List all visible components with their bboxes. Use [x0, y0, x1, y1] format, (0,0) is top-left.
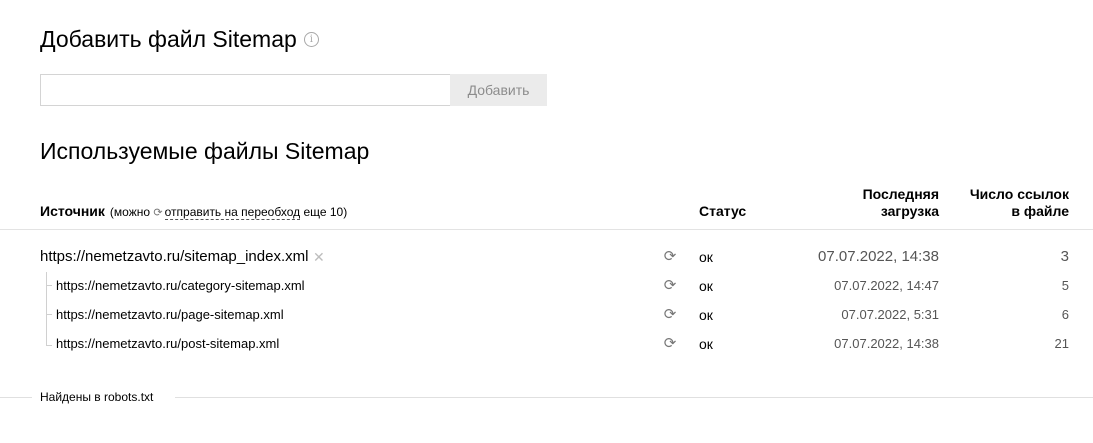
- recrawl-note: (можно ⟳ отправить на переобход еще 10): [110, 204, 347, 222]
- last-load-date: 07.07.2022, 14:38: [834, 336, 939, 351]
- status-text: ок: [699, 249, 713, 265]
- refresh-icon[interactable]: ⟳: [662, 307, 678, 323]
- last-load-date: 07.07.2022, 14:47: [834, 278, 939, 293]
- sitemap-url-input[interactable]: [40, 74, 451, 106]
- robots-section-label: Найдены в robots.txt: [40, 390, 154, 404]
- sitemap-url[interactable]: https://nemetzavto.ru/category-sitemap.x…: [56, 278, 305, 293]
- refresh-icon[interactable]: ⟳: [662, 249, 678, 265]
- header-divider: [0, 229, 1093, 230]
- close-icon[interactable]: ✕: [313, 249, 325, 266]
- link-count: 5: [1061, 278, 1069, 293]
- last-load-date: 07.07.2022, 14:38: [818, 248, 939, 265]
- tree-branch: [46, 314, 52, 315]
- info-icon[interactable]: i: [303, 32, 319, 47]
- recrawl-note-suffix: еще 10): [303, 205, 348, 219]
- recrawl-link[interactable]: отправить на переобход: [164, 205, 301, 220]
- used-sitemaps-title: Используемые файлы Sitemap: [40, 138, 370, 164]
- status-text: ок: [699, 307, 713, 323]
- tree-branch: [46, 345, 52, 346]
- sitemap-url[interactable]: https://nemetzavto.ru/sitemap_index.xml: [40, 248, 308, 265]
- column-header-status: Статус: [699, 203, 747, 219]
- sitemap-url[interactable]: https://nemetzavto.ru/page-sitemap.xml: [56, 307, 284, 322]
- link-count: 21: [1054, 336, 1069, 351]
- section-divider: [0, 397, 32, 398]
- link-count: 6: [1061, 307, 1069, 322]
- refresh-icon: ⟳: [153, 207, 163, 219]
- refresh-icon[interactable]: ⟳: [662, 278, 678, 294]
- section-divider: [175, 397, 1093, 398]
- add-sitemap-button[interactable]: Добавить: [450, 74, 547, 106]
- column-header-last-load: Последняя загрузка: [862, 186, 939, 219]
- recrawl-note-prefix: (можно: [109, 205, 151, 219]
- sitemap-url[interactable]: https://nemetzavto.ru/post-sitemap.xml: [56, 336, 279, 351]
- last-load-date: 07.07.2022, 5:31: [841, 307, 939, 322]
- status-text: ок: [699, 278, 713, 294]
- source-header-label: Источник: [40, 203, 105, 219]
- link-count: 3: [1060, 248, 1069, 265]
- tree-branch: [46, 285, 52, 286]
- column-header-source: Источник (можно ⟳ отправить на переобход …: [40, 203, 347, 222]
- tree-connector: [46, 272, 47, 346]
- add-sitemap-title: Добавить файл Sitemap i: [40, 26, 319, 53]
- status-text: ок: [699, 336, 713, 352]
- add-sitemap-title-text: Добавить файл Sitemap: [40, 26, 297, 52]
- refresh-icon[interactable]: ⟳: [662, 336, 678, 352]
- column-header-link-count: Число ссылок в файле: [969, 186, 1069, 219]
